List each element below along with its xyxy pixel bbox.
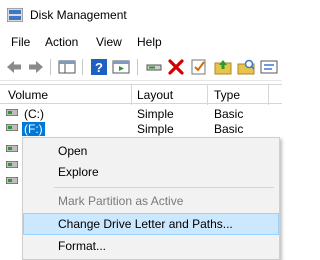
volume-name: (C:) <box>24 107 44 121</box>
drive-icon <box>6 177 18 184</box>
back-arrow-icon[interactable] <box>5 58 23 76</box>
disk-management-icon <box>7 8 23 22</box>
svg-text:?: ? <box>95 60 103 75</box>
volume-layout: Simple <box>137 107 174 121</box>
delete-icon[interactable] <box>167 58 185 76</box>
column-divider[interactable] <box>131 85 132 105</box>
menu-item-change-drive-letter[interactable]: Change Drive Letter and Paths... <box>23 213 279 235</box>
action-pane-icon[interactable] <box>112 58 130 76</box>
column-header-volume[interactable]: Volume <box>8 88 48 102</box>
menu-action[interactable]: Action <box>45 35 78 49</box>
volume-type: Basic <box>214 107 244 121</box>
toolbar: ? <box>0 53 282 81</box>
toolbar-separator <box>82 59 83 75</box>
volume-type: Basic <box>214 122 244 136</box>
menu-item-format[interactable]: Format... <box>23 235 279 257</box>
column-divider[interactable] <box>268 85 269 105</box>
menu-item-open[interactable]: Open <box>23 140 279 162</box>
context-menu: Open Explore Mark Partition as Active Ch… <box>22 137 280 260</box>
open-icon[interactable] <box>214 58 232 76</box>
help-icon[interactable]: ? <box>90 58 108 76</box>
column-header-type[interactable]: Type <box>214 88 240 102</box>
drive-icon <box>6 109 18 116</box>
menu-view[interactable]: View <box>96 35 122 49</box>
drive-icon <box>6 145 18 152</box>
toolbar-separator <box>50 59 51 75</box>
forward-arrow-icon[interactable] <box>27 58 45 76</box>
menu-help[interactable]: Help <box>137 35 162 49</box>
menu-item-explore[interactable]: Explore <box>23 161 279 183</box>
check-icon[interactable] <box>190 58 208 76</box>
console-tree-icon[interactable] <box>58 58 76 76</box>
connect-icon[interactable] <box>145 58 163 76</box>
volume-layout: Simple <box>137 122 174 136</box>
menu-separator <box>54 187 274 188</box>
explore-icon[interactable] <box>237 58 255 76</box>
window-title: Disk Management <box>30 8 127 22</box>
list-header: Volume Layout Type <box>0 84 282 105</box>
toolbar-separator <box>137 59 138 75</box>
drive-icon <box>6 124 18 131</box>
drive-icon <box>6 161 18 168</box>
table-row[interactable]: (C:) Simple Basic <box>0 106 282 121</box>
menu-file[interactable]: File <box>11 35 30 49</box>
column-divider[interactable] <box>207 85 208 105</box>
menu-item-mark-active: Mark Partition as Active <box>58 194 184 208</box>
title-bar: Disk Management <box>0 0 282 31</box>
table-row[interactable]: (F:) Simple Basic <box>0 121 282 136</box>
column-header-layout[interactable]: Layout <box>137 88 173 102</box>
properties-icon[interactable] <box>260 58 278 76</box>
menu-bar: File Action View Help <box>0 31 282 53</box>
volume-name: (F:) <box>22 122 45 136</box>
